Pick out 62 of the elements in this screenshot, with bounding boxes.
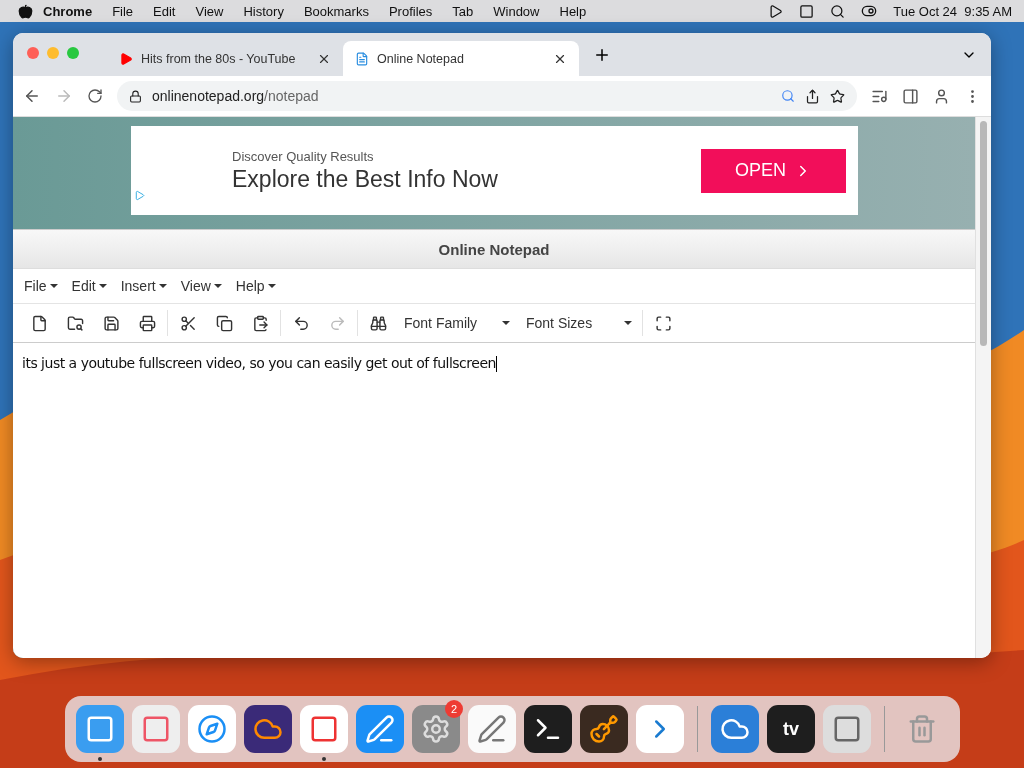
reload-icon[interactable] bbox=[87, 88, 103, 104]
cut-icon bbox=[179, 314, 197, 332]
profile-icon[interactable] bbox=[933, 87, 950, 105]
notepad-menu[interactable]: Insert bbox=[113, 278, 174, 294]
save-icon bbox=[102, 314, 120, 332]
document-icon bbox=[355, 51, 369, 66]
compass-icon[interactable] bbox=[188, 705, 236, 753]
gear-icon[interactable] bbox=[412, 705, 460, 753]
find-icon bbox=[369, 314, 387, 332]
text-editor[interactable]: its just a youtube fullscreen video, so you can easily get out of fullscreen bbox=[13, 343, 975, 384]
copy-icon bbox=[215, 314, 233, 332]
bookmark-star-icon[interactable] bbox=[830, 88, 845, 104]
apple-logo-icon[interactable] bbox=[18, 3, 33, 19]
notepad-menu[interactable]: File bbox=[17, 278, 65, 294]
menu-item[interactable]: Bookmarks bbox=[293, 3, 379, 19]
play-icon[interactable] bbox=[768, 3, 784, 19]
ad-banner[interactable]: Discover Quality Results Explore the Best Info Now OPEN bbox=[131, 126, 858, 215]
scrollbar[interactable] bbox=[975, 117, 991, 658]
clock[interactable]: Tue Oct 24 9:35 AM bbox=[893, 3, 1012, 19]
share-icon[interactable] bbox=[805, 88, 820, 104]
ad-kicker: Discover Quality Results bbox=[232, 148, 375, 164]
address-bar[interactable]: onlinenotepad.org/notepad bbox=[117, 81, 857, 111]
menu-item[interactable]: Edit bbox=[143, 3, 186, 19]
scrollbar-thumb[interactable] bbox=[980, 121, 987, 346]
browser-tab[interactable]: Hits from the 80s - YouTube bbox=[107, 41, 343, 76]
notification-badge: 2 bbox=[445, 700, 463, 718]
notepad-icon[interactable] bbox=[468, 705, 516, 753]
control-center-icon[interactable] bbox=[861, 3, 878, 19]
menu-item[interactable]: File bbox=[102, 3, 144, 19]
paste-icon bbox=[251, 314, 269, 332]
font-size-dropdown[interactable]: Font Sizes bbox=[518, 308, 640, 338]
open-button[interactable]: OPEN bbox=[701, 148, 846, 193]
lock-icon bbox=[129, 89, 142, 103]
font-family-dropdown[interactable]: Font Family bbox=[396, 308, 518, 338]
menu-item[interactable]: History bbox=[233, 3, 294, 19]
menu-item[interactable]: Profiles bbox=[378, 3, 443, 19]
tv-icon[interactable]: tv bbox=[767, 705, 815, 753]
print-icon bbox=[138, 314, 156, 332]
notepad-title: Online Notepad bbox=[13, 230, 975, 269]
open-icon bbox=[66, 314, 84, 332]
video-icon bbox=[119, 51, 133, 66]
undo-icon bbox=[292, 314, 310, 332]
code-icon[interactable] bbox=[636, 705, 684, 753]
guitar-icon[interactable] bbox=[580, 705, 628, 753]
search-icon[interactable] bbox=[830, 3, 846, 19]
notepad-menu[interactable]: Help bbox=[228, 278, 283, 294]
menu-item[interactable]: Help bbox=[549, 3, 597, 19]
menu-item[interactable]: View bbox=[185, 3, 234, 19]
notepad-menu[interactable]: View bbox=[173, 278, 229, 294]
ad-headline: Explore the Best Info Now bbox=[232, 165, 499, 193]
expand-icon bbox=[654, 314, 672, 332]
side-panel-icon[interactable] bbox=[902, 87, 919, 105]
terminal-icon[interactable] bbox=[524, 705, 572, 753]
notepad-menu[interactable]: Edit bbox=[64, 278, 114, 294]
back-icon[interactable] bbox=[23, 87, 41, 105]
menu-item[interactable]: Chrome bbox=[33, 3, 103, 19]
new-icon bbox=[30, 314, 48, 332]
redo-icon bbox=[328, 314, 346, 332]
menu-item[interactable]: Window bbox=[483, 3, 550, 19]
browser-tab[interactable]: Online Notepad bbox=[343, 41, 579, 76]
cloud-icon[interactable] bbox=[711, 705, 759, 753]
menu-item[interactable]: Tab bbox=[442, 3, 484, 19]
